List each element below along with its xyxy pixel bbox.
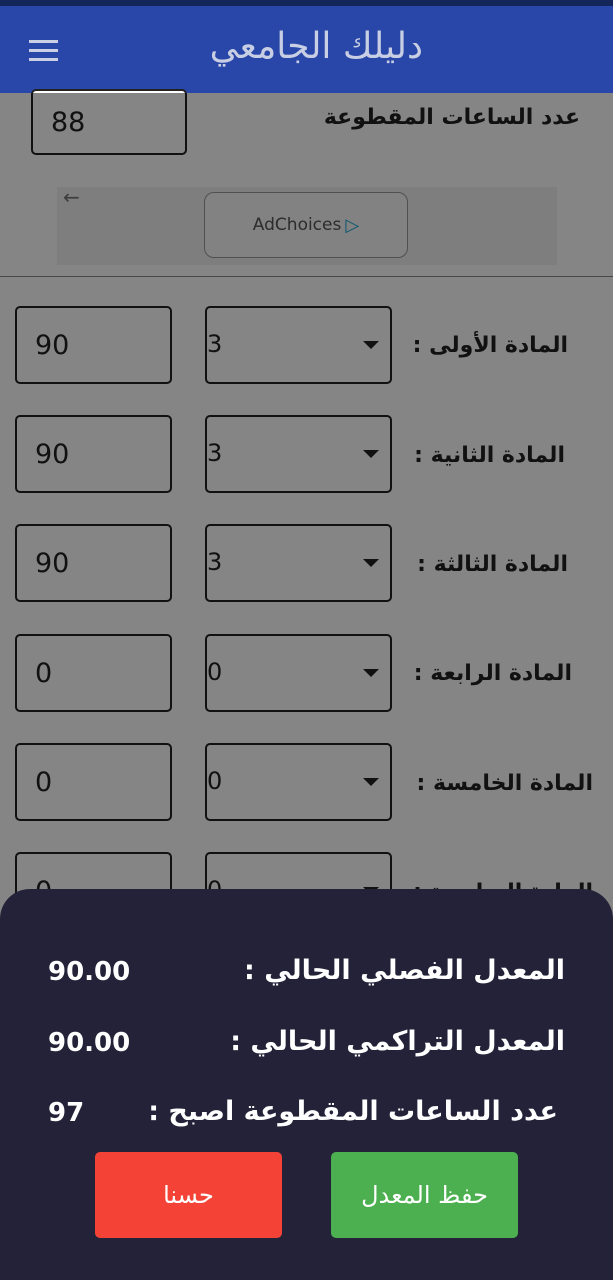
save-gpa-button[interactable]: حفظ المعدل — [331, 1152, 518, 1238]
menu-icon[interactable] — [29, 40, 59, 62]
cumulative-gpa-label: المعدل التراكمي الحالي : — [230, 1026, 565, 1057]
semester-gpa-value: 90.00 — [48, 957, 131, 987]
app-title: دليلك الجامعي — [209, 26, 423, 67]
completed-hours-result-label: عدد الساعات المقطوعة اصبح : — [148, 1096, 558, 1127]
completed-hours-result-value: 97 — [48, 1098, 85, 1128]
ok-button[interactable]: حسنا — [95, 1152, 282, 1238]
result-dialog: المعدل الفصلي الحالي : 90.00 المعدل التر… — [0, 889, 613, 1280]
app-bar: دليلك الجامعي — [0, 6, 613, 93]
cumulative-gpa-value: 90.00 — [48, 1028, 131, 1058]
semester-gpa-label: المعدل الفصلي الحالي : — [244, 955, 565, 986]
